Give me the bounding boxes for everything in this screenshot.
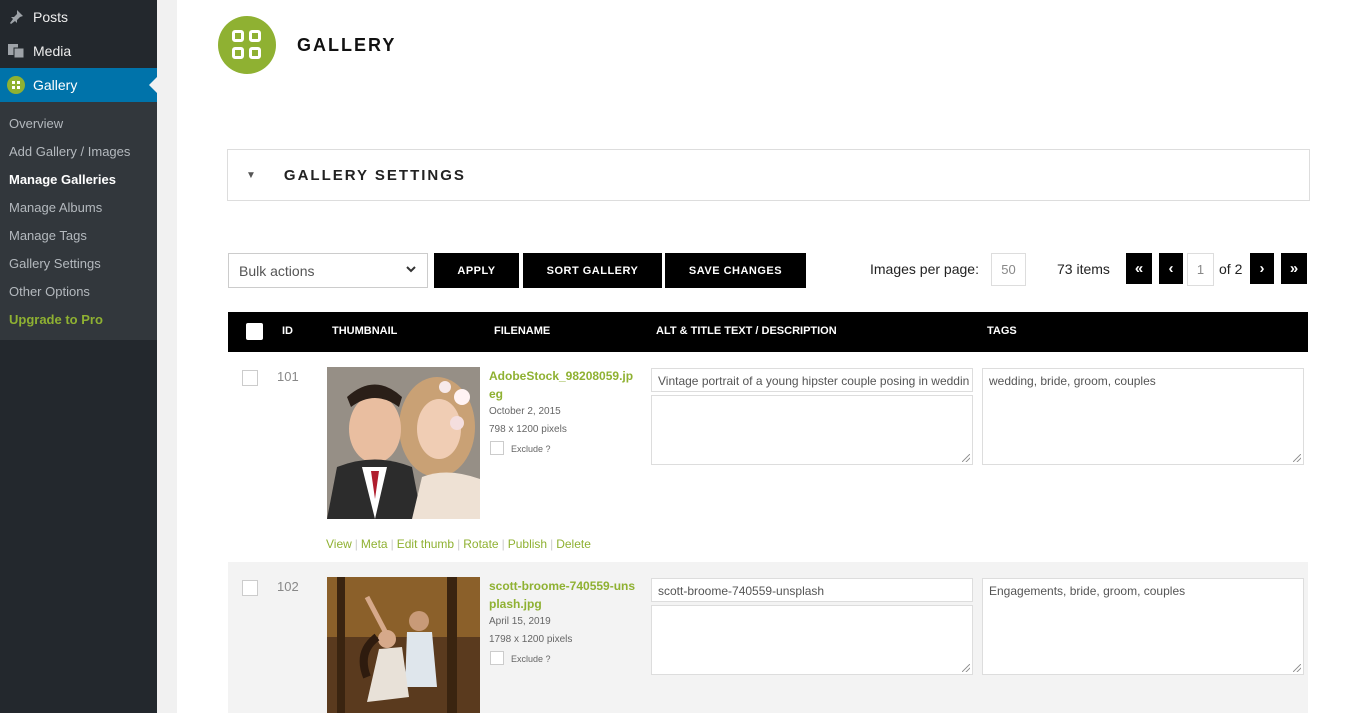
view-link[interactable]: View bbox=[326, 537, 352, 551]
toolbar: Bulk actions APPLY SORT GALLERY SAVE CHA… bbox=[228, 253, 1308, 288]
submenu-other-options[interactable]: Other Options bbox=[0, 278, 157, 306]
tags-textarea[interactable]: Engagements, bride, groom, couples bbox=[982, 578, 1304, 675]
images-per-page-label: Images per page: bbox=[870, 261, 979, 277]
column-alt[interactable]: ALT & TITLE TEXT / DESCRIPTION bbox=[656, 325, 837, 337]
file-date: October 2, 2015 bbox=[489, 406, 561, 417]
row-checkbox[interactable] bbox=[242, 580, 258, 596]
submenu-manage-tags[interactable]: Manage Tags bbox=[0, 222, 157, 250]
exclude-checkbox[interactable] bbox=[490, 441, 504, 455]
submenu-add-gallery[interactable]: Add Gallery / Images bbox=[0, 138, 157, 166]
row-checkbox[interactable] bbox=[242, 370, 258, 386]
gallery-logo-icon bbox=[218, 16, 276, 74]
media-icon bbox=[6, 41, 26, 61]
file-date: April 15, 2019 bbox=[489, 616, 551, 627]
file-dimensions: 1798 x 1200 pixels bbox=[489, 634, 573, 645]
gallery-submenu: Overview Add Gallery / Images Manage Gal… bbox=[0, 102, 157, 340]
thumbnail-image[interactable] bbox=[327, 367, 480, 519]
menu-item-media[interactable]: Media bbox=[0, 34, 157, 68]
edit-thumb-link[interactable]: Edit thumb bbox=[397, 537, 454, 551]
file-dimensions: 798 x 1200 pixels bbox=[489, 424, 567, 435]
current-page-input[interactable]: 1 bbox=[1187, 253, 1214, 286]
pushpin-icon bbox=[6, 7, 26, 27]
last-page-button[interactable]: » bbox=[1281, 253, 1307, 284]
table-row: 101 AdobeStock_98208059.jpeg October 2, … bbox=[228, 352, 1308, 562]
tags-value: wedding, bride, groom, couples bbox=[989, 374, 1156, 388]
menu-item-label: Posts bbox=[33, 9, 69, 25]
column-thumbnail: THUMBNAIL bbox=[332, 325, 398, 337]
tags-value: Engagements, bride, groom, couples bbox=[989, 584, 1186, 598]
items-count: 73 items bbox=[1057, 261, 1110, 277]
exclude-label: Exclude ? bbox=[511, 444, 551, 454]
table-header: ID THUMBNAIL FILENAME ALT & TITLE TEXT /… bbox=[228, 312, 1308, 352]
bulk-actions-select[interactable]: Bulk actions bbox=[228, 253, 428, 288]
column-id[interactable]: ID bbox=[282, 325, 293, 337]
row-id: 102 bbox=[277, 579, 299, 594]
delete-link[interactable]: Delete bbox=[556, 537, 591, 551]
rotate-link[interactable]: Rotate bbox=[463, 537, 498, 551]
images-per-page-input[interactable]: 50 bbox=[991, 253, 1026, 286]
menu-item-posts[interactable]: Posts bbox=[0, 0, 157, 34]
tags-textarea[interactable]: wedding, bride, groom, couples bbox=[982, 368, 1304, 465]
menu-item-gallery[interactable]: Gallery bbox=[0, 68, 157, 102]
meta-link[interactable]: Meta bbox=[361, 537, 388, 551]
page-title: GALLERY bbox=[297, 35, 397, 55]
submenu-manage-albums[interactable]: Manage Albums bbox=[0, 194, 157, 222]
description-textarea[interactable] bbox=[651, 605, 973, 675]
prev-page-button[interactable]: ‹ bbox=[1159, 253, 1183, 284]
filename-link[interactable]: AdobeStock_98208059.jpeg bbox=[489, 367, 639, 403]
next-page-button[interactable]: › bbox=[1250, 253, 1274, 284]
main-content: GALLERY ▼ GALLERY SETTINGS Bulk actions … bbox=[177, 0, 1361, 713]
sort-gallery-button[interactable]: SORT GALLERY bbox=[523, 253, 662, 288]
bulk-actions-value: Bulk actions bbox=[239, 263, 315, 279]
submenu-upgrade-to-pro[interactable]: Upgrade to Pro bbox=[0, 306, 157, 334]
alt-text-input[interactable]: scott-broome-740559-unsplash bbox=[651, 578, 973, 602]
column-tags: TAGS bbox=[987, 325, 1017, 337]
caret-down-icon: ▼ bbox=[246, 169, 256, 181]
chevron-down-icon bbox=[405, 263, 417, 278]
first-page-button[interactable]: « bbox=[1126, 253, 1152, 284]
filename-link[interactable]: scott-broome-740559-unsplash.jpg bbox=[489, 577, 639, 613]
row-id: 101 bbox=[277, 369, 299, 384]
publish-link[interactable]: Publish bbox=[508, 537, 547, 551]
description-textarea[interactable] bbox=[651, 395, 973, 465]
submenu-manage-galleries[interactable]: Manage Galleries bbox=[0, 166, 157, 194]
column-filename[interactable]: FILENAME bbox=[494, 325, 550, 337]
alt-text-input[interactable]: Vintage portrait of a young hipster coup… bbox=[651, 368, 973, 392]
table-row: 102 scott-broome-740559-unsplash.jpg Apr… bbox=[228, 562, 1308, 713]
thumbnail-image[interactable] bbox=[327, 577, 480, 713]
save-changes-button[interactable]: SAVE CHANGES bbox=[665, 253, 806, 288]
menu-item-label: Gallery bbox=[33, 77, 78, 93]
row-actions: View | Meta | Edit thumb | Rotate | Publish | Dele… bbox=[326, 537, 591, 551]
gallery-settings-label: GALLERY SETTINGS bbox=[283, 166, 466, 184]
total-pages-label: of 2 bbox=[1219, 261, 1243, 277]
apply-button[interactable]: APPLY bbox=[434, 253, 519, 288]
submenu-gallery-settings[interactable]: Gallery Settings bbox=[0, 250, 157, 278]
exclude-label: Exclude ? bbox=[511, 654, 551, 664]
gallery-icon bbox=[6, 75, 26, 95]
admin-sidebar: Posts Media Gallery Overview Add Gallery… bbox=[0, 0, 157, 713]
select-all-checkbox[interactable] bbox=[246, 323, 263, 340]
gallery-settings-toggle[interactable]: ▼ GALLERY SETTINGS bbox=[227, 149, 1310, 201]
exclude-checkbox[interactable] bbox=[490, 651, 504, 665]
menu-item-label: Media bbox=[33, 43, 72, 59]
submenu-overview[interactable]: Overview bbox=[0, 110, 157, 138]
